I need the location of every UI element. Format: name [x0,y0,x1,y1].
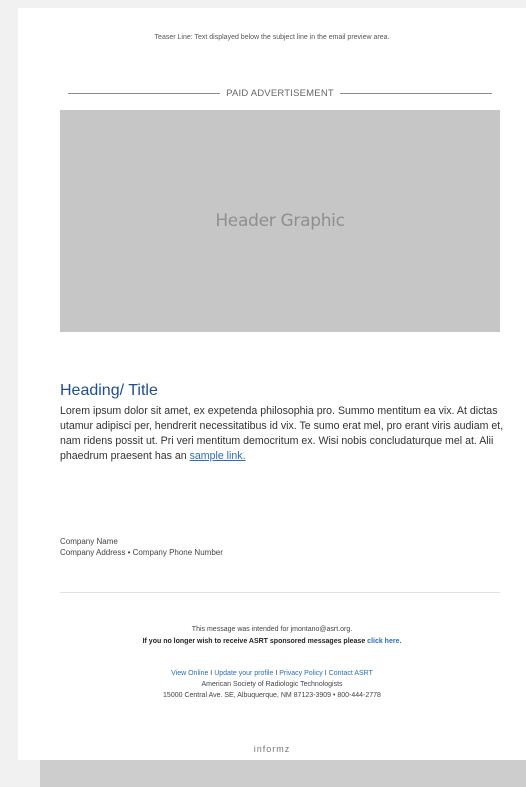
unsubscribe-text: If you no longer wish to receive ASRT sp… [142,638,366,645]
link-separator: I [275,670,278,677]
view-online-link[interactable]: View Online [171,670,208,677]
teaser-line: Teaser Line: Text displayed below the su… [154,34,390,41]
update-profile-link[interactable]: Update your profile [214,670,273,677]
privacy-policy-link[interactable]: Privacy Policy [279,670,323,677]
footer-divider [60,592,500,593]
unsubscribe-link[interactable]: click here. [367,638,401,645]
informz-brand: informz [253,744,291,754]
paid-advertisement-label: PAID ADVERTISEMENT [226,88,334,99]
footer-links: View Online I Update your profile I Priv… [18,668,526,701]
article-body: Lorem ipsum dolor sit amet, ex expetenda… [60,404,506,464]
footer-nav: View Online I Update your profile I Priv… [18,668,526,679]
contact-asrt-link[interactable]: Contact ASRT [329,670,373,677]
org-name: American Society of Radiologic Technolog… [201,681,343,688]
org-address: 15000 Central Ave. SE, Albuquerque, NM 8… [163,692,381,699]
body-text: Lorem ipsum dolor sit amet, ex expetenda… [60,405,504,462]
paid-advertisement-rule: PAID ADVERTISEMENT [68,88,492,99]
company-name: Company Name [60,537,118,546]
sample-link[interactable]: sample link. [190,450,246,462]
unsubscribe-line: If you no longer wish to receive ASRT sp… [18,636,526,648]
link-separator: I [210,670,213,677]
header-graphic: Header Graphic [60,110,500,332]
article-heading: Heading/ Title [60,382,158,399]
rule-left [68,93,221,94]
link-separator: I [324,670,327,677]
company-info: Company Name Company Address • Company P… [60,536,223,558]
company-address: Company Address • Company Phone Number [60,548,223,557]
intended-for-text: This message was intended for jmontano@a… [191,626,353,633]
email-card: Teaser Line: Text displayed below the su… [18,8,526,760]
footer-message: This message was intended for jmontano@a… [18,624,526,648]
header-graphic-label: Header Graphic [215,211,345,231]
page-shadow [40,760,526,787]
rule-right [339,93,492,94]
